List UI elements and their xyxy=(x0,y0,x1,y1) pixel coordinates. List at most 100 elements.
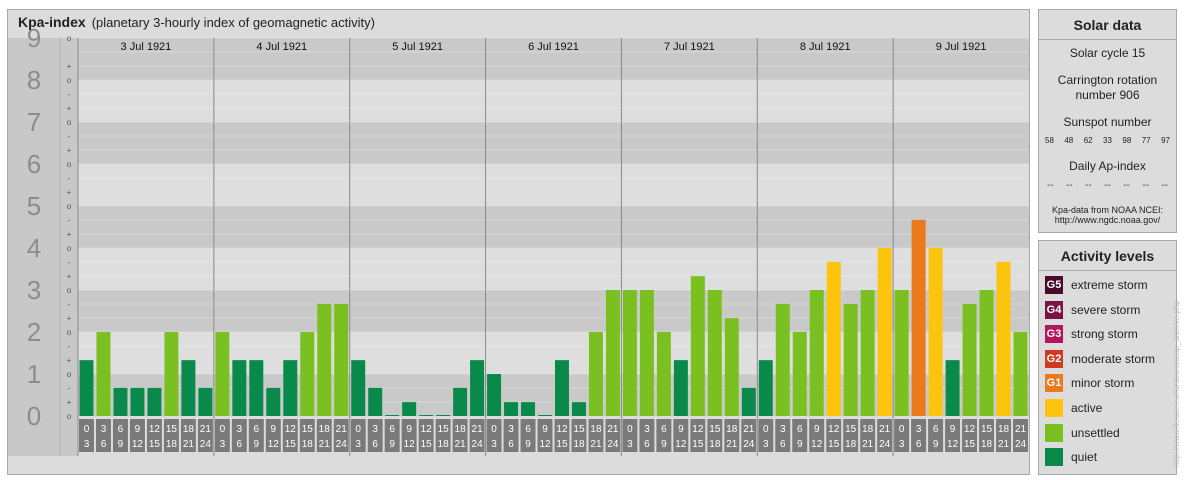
chart-title-main: Kpa-index xyxy=(18,14,86,30)
minor-tick-label: o xyxy=(67,286,72,295)
interval-end-label: 18 xyxy=(709,439,721,450)
y-tick-label: 2 xyxy=(27,317,41,347)
interval-start-label: 21 xyxy=(879,424,891,435)
minor-tick-label: + xyxy=(67,272,72,281)
interval-end-label: 12 xyxy=(675,439,687,450)
activity-level-swatch: G2 xyxy=(1045,349,1063,368)
interval-start-label: 18 xyxy=(455,424,467,435)
kp-bar xyxy=(351,360,366,416)
interval-start-label: 9 xyxy=(678,424,684,435)
interval-start-label: 6 xyxy=(525,424,531,435)
sunspot-value: 97 xyxy=(1161,136,1170,145)
y-tick-label: 0 xyxy=(27,401,41,431)
interval-start-label: 3 xyxy=(780,424,786,435)
activity-level-item: G4 severe storm xyxy=(1045,300,1140,320)
kp-bar xyxy=(1013,332,1028,416)
interval-start-label: 21 xyxy=(607,424,619,435)
interval-end-label: 21 xyxy=(726,439,738,450)
interval-start-label: 12 xyxy=(692,424,704,435)
kpa-chart-panel: 0 1 2 3 4 5 6 7 8 9 o + - o + - o + - o + - o + - o + - o + - o + - o + o 3 J… xyxy=(7,9,1030,475)
interval-end-label: 9 xyxy=(525,439,531,450)
activity-level-label: moderate storm xyxy=(1071,351,1156,366)
interval-end-label: 18 xyxy=(166,439,178,450)
activity-level-label: extreme storm xyxy=(1071,278,1148,292)
activity-level-swatch xyxy=(1045,399,1063,417)
kp-bar xyxy=(555,360,569,416)
kp-bar xyxy=(487,374,502,416)
interval-end-label: 15 xyxy=(421,439,433,450)
chart-subtitle: (planetary 3-hourly index of geomagnetic… xyxy=(91,15,375,30)
y-tick-label: 5 xyxy=(27,191,41,221)
interval-start-label: 9 xyxy=(542,424,548,435)
day-label: 5 Jul 1921 xyxy=(392,41,443,53)
interval-start-label: 15 xyxy=(302,424,314,435)
activity-level-label: minor storm xyxy=(1071,376,1135,391)
interval-start-label: 18 xyxy=(998,424,1010,435)
kp-bar xyxy=(792,332,807,416)
interval-start-label: 18 xyxy=(183,424,195,435)
kp-bar xyxy=(249,360,264,416)
y-tick-label: 3 xyxy=(27,275,41,305)
interval-start-label: 15 xyxy=(709,424,721,435)
minor-tick-label: o xyxy=(67,76,72,85)
kp-bar xyxy=(979,290,994,416)
interval-start-label: 6 xyxy=(389,424,395,435)
interval-start-label: 18 xyxy=(319,424,331,435)
kp-bar xyxy=(232,360,247,416)
kp-bar xyxy=(741,387,756,416)
kp-bar xyxy=(538,415,552,416)
minor-tick-label: + xyxy=(67,104,72,113)
interval-start-label: 18 xyxy=(726,424,738,435)
solar-data-heading: Solar data xyxy=(1039,10,1176,40)
sunspot-value: 62 xyxy=(1083,136,1093,145)
interval-start-label: 15 xyxy=(981,424,993,435)
kp-bar xyxy=(656,332,671,416)
interval-start-label: 12 xyxy=(421,424,433,435)
interval-end-label: 18 xyxy=(302,439,314,450)
minor-tick-label: - xyxy=(68,132,71,141)
interval-end-label: 18 xyxy=(845,439,857,450)
minor-tick-label: - xyxy=(68,90,71,99)
interval-start-label: 12 xyxy=(285,424,297,435)
minor-tick-label: + xyxy=(67,314,72,323)
level-band xyxy=(78,80,1029,122)
kp-bar xyxy=(300,332,315,416)
interval-end-label: 18 xyxy=(438,439,450,450)
kp-bar xyxy=(809,290,824,416)
interval-end-label: 15 xyxy=(692,439,704,450)
kp-bar xyxy=(368,387,383,416)
interval-start-label: 9 xyxy=(406,424,412,435)
activity-level-label: severe storm xyxy=(1071,302,1141,317)
interval-start-label: 9 xyxy=(950,424,956,435)
minor-tick-label: o xyxy=(67,118,72,127)
ap-value: -- xyxy=(1085,180,1092,191)
kp-bar xyxy=(504,402,519,416)
sunspot-values: 58 48 62 33 98 77 97 xyxy=(1039,136,1176,145)
kp-bar xyxy=(724,318,739,416)
interval-start-label: 12 xyxy=(964,424,976,435)
interval-end-label: 6 xyxy=(237,439,243,450)
interval-end-label: 12 xyxy=(404,439,416,450)
sunspot-value: 77 xyxy=(1141,136,1151,145)
minor-tick-label: o xyxy=(67,34,72,43)
ap-value: -- xyxy=(1161,180,1168,191)
kp-bar xyxy=(639,290,654,416)
interval-end-label: 9 xyxy=(661,439,667,450)
data-source-url[interactable]: http://www.ngdc.noaa.gov/ xyxy=(1039,215,1176,225)
interval-end-label: 21 xyxy=(998,439,1010,450)
activity-level-label: unsettled xyxy=(1071,425,1120,440)
activity-level-swatch xyxy=(1045,448,1063,467)
ap-value: -- xyxy=(1123,180,1130,191)
kp-bar xyxy=(96,332,111,416)
interval-start-label: 0 xyxy=(84,424,90,435)
activity-level-label: active xyxy=(1071,401,1103,415)
kp-bar xyxy=(911,219,926,416)
carrington-rotation-number: number 906 xyxy=(1075,88,1140,102)
day-label: 3 Jul 1921 xyxy=(121,41,172,53)
interval-end-label: 6 xyxy=(508,439,514,450)
ap-value: -- xyxy=(1104,180,1111,191)
kp-bar xyxy=(266,387,281,416)
y-tick-label: 6 xyxy=(27,149,41,179)
kp-bar xyxy=(843,303,858,416)
ap-value: -- xyxy=(1047,180,1054,191)
